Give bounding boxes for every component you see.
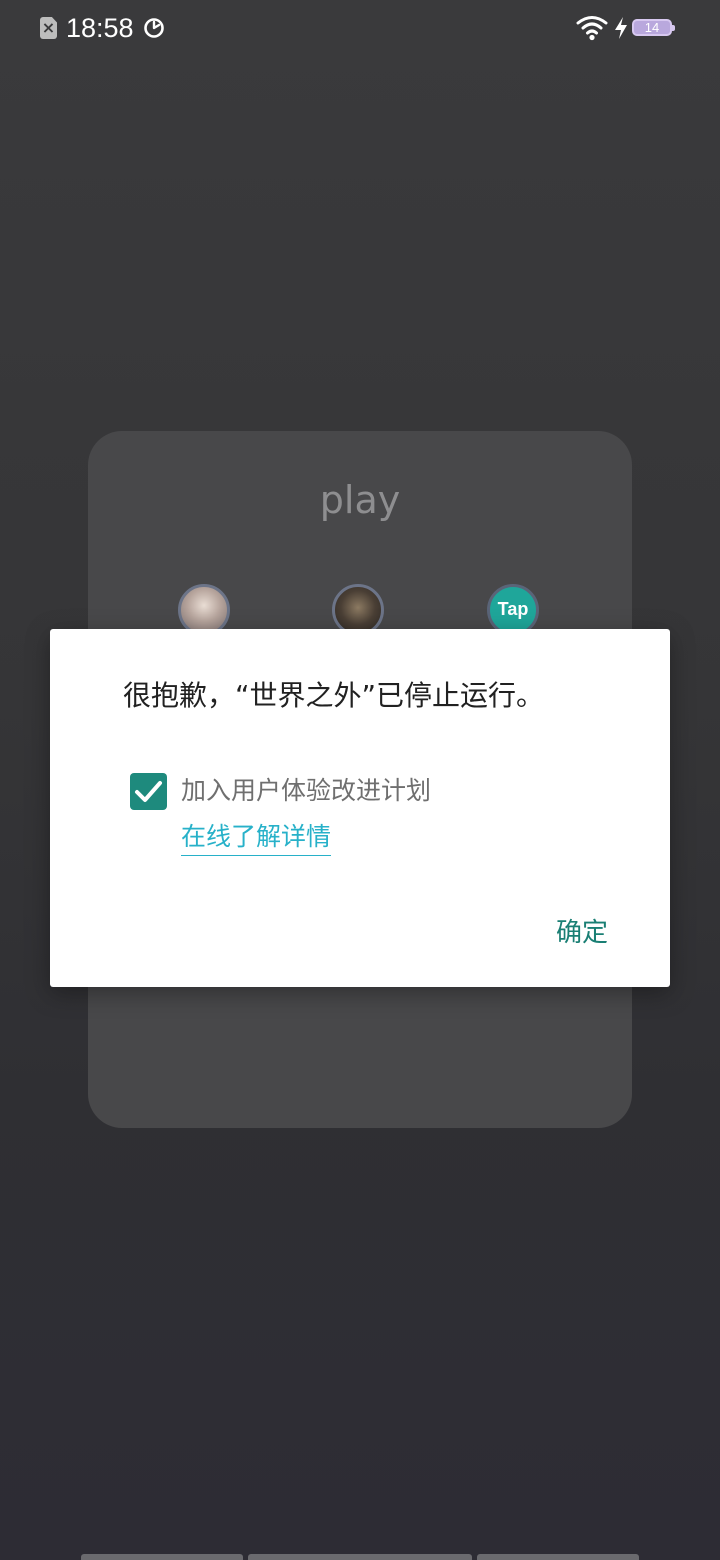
- experience-program-label[interactable]: 加入用户体验改进计划: [181, 774, 431, 808]
- app-stopped-dialog: 很抱歉，“世界之外”已停止运行。 加入用户体验改进计划 在线了解详情 确定: [50, 629, 670, 987]
- widget-title: play: [319, 478, 401, 522]
- experience-program-checkbox[interactable]: [130, 773, 167, 810]
- status-bar: 18:58 14: [0, 0, 720, 56]
- sim-missing-icon: [40, 17, 57, 39]
- sync-icon: [144, 18, 164, 38]
- status-time: 18:58: [66, 13, 134, 43]
- ok-button[interactable]: 确定: [542, 911, 622, 955]
- charging-bolt-icon: [615, 17, 627, 39]
- checkmark-icon: [135, 781, 162, 802]
- dialog-message: 很抱歉，“世界之外”已停止运行。: [123, 679, 545, 712]
- bottom-bar-center: [248, 1554, 472, 1560]
- battery-icon: 14: [632, 19, 675, 36]
- battery-level: 14: [644, 20, 660, 35]
- bottom-bar-left: [81, 1554, 243, 1560]
- learn-more-link[interactable]: 在线了解详情: [181, 820, 332, 856]
- bottom-bar-right: [477, 1554, 639, 1560]
- taptap-icon-label: Tap: [497, 599, 529, 619]
- wifi-icon: [576, 16, 608, 41]
